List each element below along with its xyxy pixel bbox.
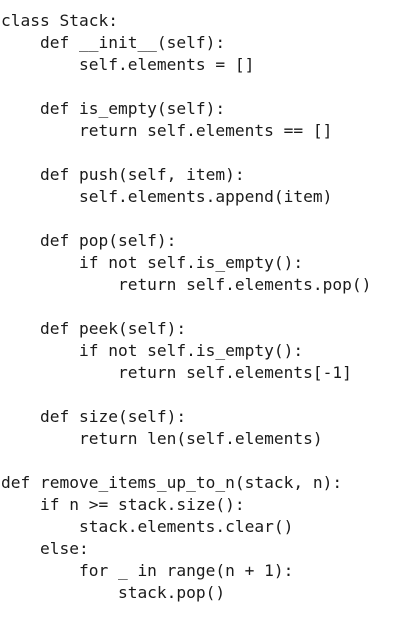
code-line: self.elements = []: [1, 55, 255, 74]
code-line: stack.elements.clear(): [1, 517, 294, 536]
code-line: def __init__(self):: [1, 33, 226, 52]
code-line: else:: [1, 539, 89, 558]
code-line: self.elements.append(item): [1, 187, 333, 206]
code-line: if not self.is_empty():: [1, 253, 304, 272]
code-line: stack.pop(): [1, 583, 226, 602]
code-block: class Stack: def __init__(self): self.el…: [1, 10, 401, 604]
code-line: def size(self):: [1, 407, 187, 426]
code-line: def remove_items_up_to_n(stack, n):: [1, 473, 343, 492]
code-line: return self.elements[-1]: [1, 363, 352, 382]
code-line: return self.elements.pop(): [1, 275, 372, 294]
code-line: return len(self.elements): [1, 429, 323, 448]
code-line: if n >= stack.size():: [1, 495, 245, 514]
code-line: for _ in range(n + 1):: [1, 561, 294, 580]
code-line: def peek(self):: [1, 319, 187, 338]
code-line: def push(self, item):: [1, 165, 245, 184]
code-line: def pop(self):: [1, 231, 177, 250]
code-line: return self.elements == []: [1, 121, 333, 140]
code-line: class Stack:: [1, 11, 118, 30]
code-line: def is_empty(self):: [1, 99, 226, 118]
code-line: if not self.is_empty():: [1, 341, 304, 360]
